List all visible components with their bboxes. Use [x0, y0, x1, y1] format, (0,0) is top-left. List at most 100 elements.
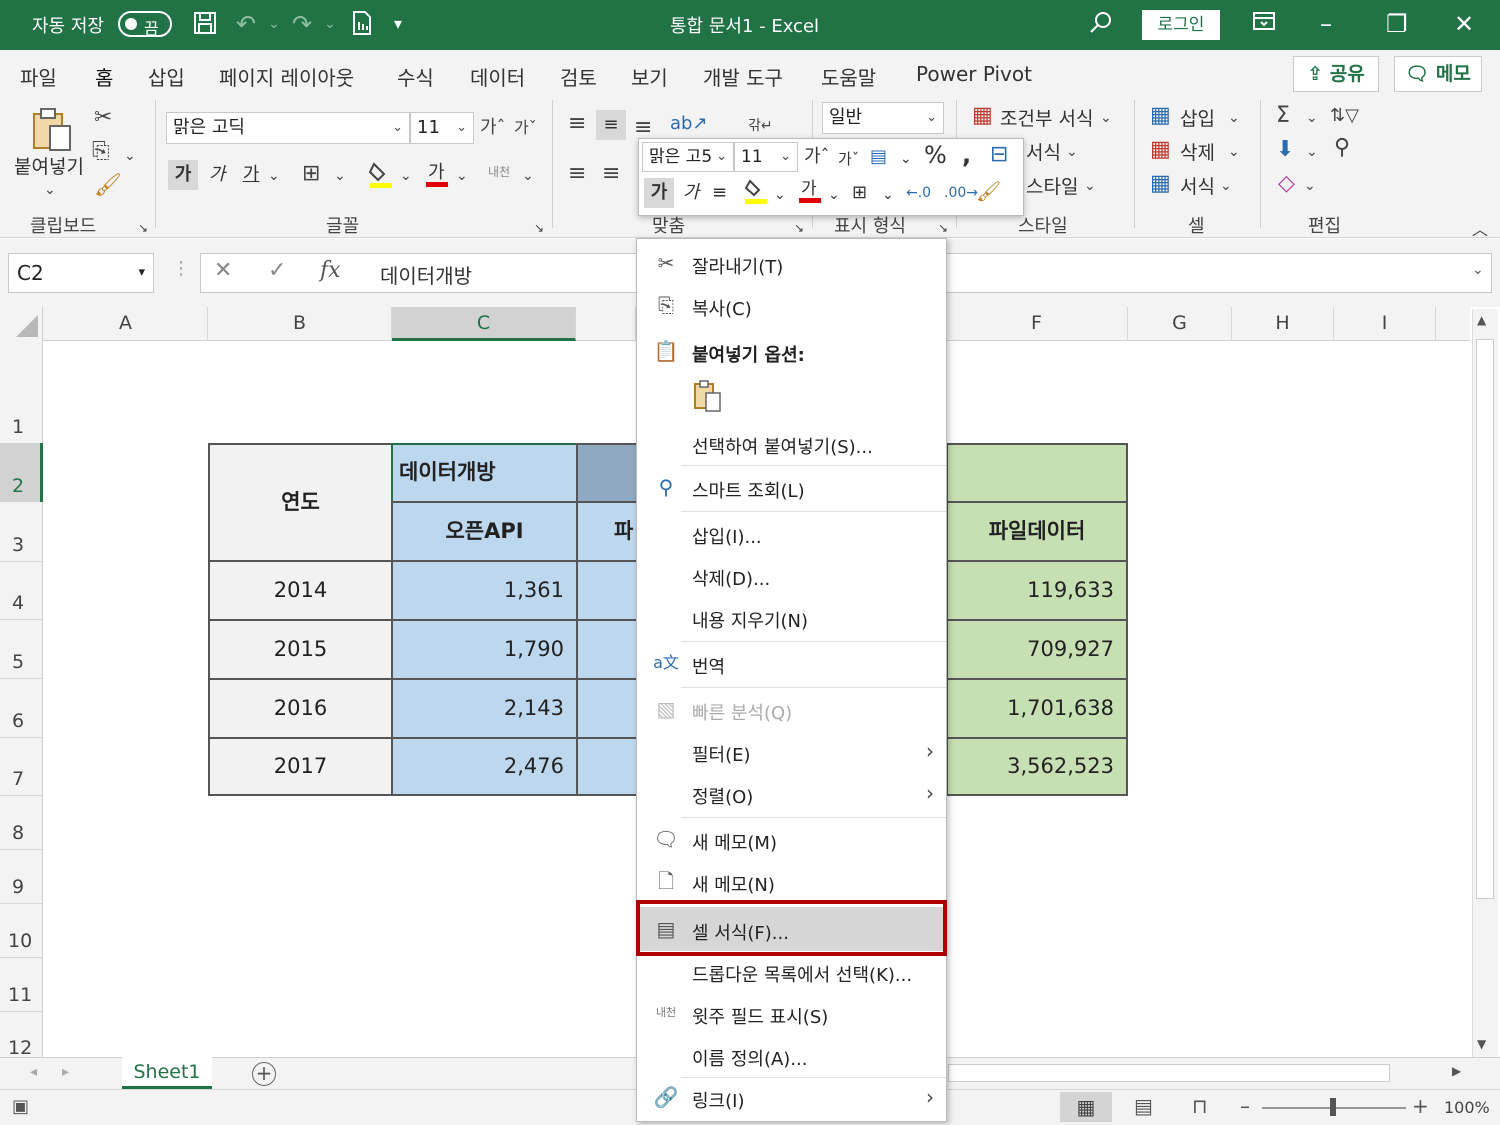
menu-item-phonetic[interactable]: 내천 윗주 필드 표시(S)	[637, 993, 946, 1033]
align-top-icon[interactable]: ≡	[568, 112, 586, 136]
row-header-4[interactable]: 4	[0, 592, 43, 614]
align-center-icon[interactable]: ≡	[602, 162, 620, 186]
add-sheet-icon[interactable]: +	[252, 1062, 276, 1086]
insert-cells-label[interactable]: 삽입	[1180, 104, 1215, 131]
cond-format-label[interactable]: 조건부 서식	[1000, 104, 1093, 131]
format-painter-icon[interactable]: 🖌	[94, 174, 122, 198]
menu-item-insert[interactable]: 삽입(I)...	[637, 513, 946, 553]
menu-item-cut[interactable]: ✂ 잘라내기(T)	[637, 243, 946, 283]
column-header-f[interactable]: F	[946, 307, 1128, 341]
file-value-cell[interactable]: 3,562,523	[946, 737, 1128, 796]
chevron-down-icon[interactable]: ⌄	[1304, 174, 1316, 198]
save-icon[interactable]	[192, 10, 218, 42]
autosave-toggle[interactable]: 끔	[118, 11, 172, 38]
row-header-10[interactable]: 10	[0, 930, 43, 952]
bold-button[interactable]: 가	[168, 160, 198, 190]
api-value-cell[interactable]: 1,361	[391, 560, 578, 621]
memo-button[interactable]: 🗨 메모	[1394, 56, 1482, 92]
customize-qat-icon[interactable]: ▾	[394, 10, 402, 38]
fill-dropdown-icon[interactable]: ⌄	[400, 164, 412, 188]
file-value-cell[interactable]: 1,701,638	[946, 678, 1128, 739]
chevron-down-icon[interactable]: ⌄	[900, 146, 912, 172]
row-header-3[interactable]: 3	[0, 534, 43, 556]
prev-sheet-icon[interactable]: ◂	[30, 1064, 37, 1080]
underline-button[interactable]: 가	[236, 160, 266, 190]
align-bottom-icon[interactable]: ≡	[634, 116, 652, 140]
api-value-cell[interactable]: 2,143	[391, 678, 578, 739]
tab-home[interactable]: 홈	[95, 62, 114, 99]
expand-formula-icon[interactable]: ⌄	[1472, 262, 1484, 278]
number-format-combo[interactable]: 일반 ⌄	[822, 102, 944, 134]
format-table-label[interactable]: 서식	[1026, 138, 1061, 165]
minimize-icon[interactable]: –	[1320, 10, 1332, 38]
file-value-cell[interactable]: 709,927	[946, 619, 1128, 680]
page-layout-view-icon[interactable]: ▤	[1134, 1094, 1153, 1118]
chevron-down-icon[interactable]: ⌄	[1306, 140, 1318, 164]
chevron-down-icon[interactable]: ⌄	[1084, 174, 1096, 198]
row-header-1[interactable]: 1	[0, 416, 43, 438]
column-header-g[interactable]: G	[1128, 307, 1232, 341]
tab-view[interactable]: 보기	[631, 62, 668, 91]
find-select-icon[interactable]: ⚲	[1334, 136, 1350, 160]
ribbon-display-icon[interactable]	[1252, 10, 1276, 38]
paste-option-button[interactable]	[693, 379, 725, 415]
font-launcher-icon[interactable]: ↘	[534, 216, 544, 240]
autosum-icon[interactable]: Σ	[1276, 104, 1290, 128]
mini-bold-button[interactable]: 가	[644, 178, 674, 208]
cut-icon[interactable]: ✂	[94, 106, 112, 130]
italic-button[interactable]: 가	[202, 160, 232, 190]
scroll-right-icon[interactable]: ▶	[1452, 1064, 1461, 1078]
mini-italic-button[interactable]: 가	[676, 178, 706, 208]
tab-insert[interactable]: 삽입	[148, 62, 185, 91]
row-header-8[interactable]: 8	[0, 822, 43, 844]
phonetic-icon[interactable]: 내천	[488, 160, 510, 184]
chevron-down-icon[interactable]: ⌄	[1228, 140, 1240, 164]
row-header-12[interactable]: 12	[0, 1037, 43, 1059]
partial-cell[interactable]	[576, 619, 638, 680]
column-header-h[interactable]: H	[1232, 307, 1334, 341]
normal-view-icon[interactable]: ▦	[1060, 1092, 1112, 1122]
api-value-cell[interactable]: 1,790	[391, 619, 578, 680]
zoom-level[interactable]: 100%	[1444, 1098, 1490, 1117]
column-header-i[interactable]: I	[1334, 307, 1436, 341]
page-break-view-icon[interactable]: ⊓	[1192, 1094, 1208, 1118]
login-button[interactable]: 로그인	[1142, 10, 1220, 40]
column-header-a[interactable]: A	[44, 307, 208, 341]
menu-item-translate[interactable]: a文 번역	[637, 643, 946, 683]
undo-dropdown-icon[interactable]: ⌄	[268, 10, 280, 38]
font-size-combo[interactable]: 11 ⌄	[410, 112, 474, 144]
partial-cell[interactable]	[576, 560, 638, 621]
mini-align-center-icon[interactable]: ≡	[712, 180, 727, 206]
mini-currency-icon[interactable]: ▤	[870, 144, 887, 170]
partial-cell[interactable]	[576, 737, 638, 796]
chevron-down-icon[interactable]: ⌄	[828, 182, 840, 208]
clipboard-launcher-icon[interactable]: ↘	[138, 216, 148, 240]
name-box[interactable]: C2 ▾	[8, 253, 154, 293]
wrap-text-icon[interactable]: 갂↵	[748, 114, 773, 138]
mini-increase-font-icon[interactable]: 가ˆ	[804, 144, 830, 170]
zoom-out-icon[interactable]: –	[1240, 1094, 1250, 1118]
fill-down-icon[interactable]: ⬇	[1276, 138, 1294, 162]
tab-formulas[interactable]: 수식	[397, 62, 434, 91]
sub-header-partial[interactable]: 파	[576, 501, 638, 562]
zoom-in-icon[interactable]: +	[1412, 1094, 1429, 1118]
year-header-cell[interactable]: 연도	[208, 443, 393, 562]
redo-dropdown-icon[interactable]: ⌄	[324, 10, 336, 38]
scroll-thumb[interactable]	[1476, 339, 1494, 899]
sort-filter-icon[interactable]: ⇅▽	[1330, 104, 1359, 128]
paste-label[interactable]: 붙여넣기	[14, 152, 84, 179]
comma-icon[interactable]: ,	[962, 142, 971, 168]
hscroll-thumb[interactable]	[948, 1064, 1390, 1082]
sub-header-api[interactable]: 오픈API	[391, 501, 578, 562]
increase-decimal-icon[interactable]: ←.0	[906, 180, 931, 206]
merge-center-icon[interactable]: ⊟	[990, 142, 1008, 168]
chevron-down-icon[interactable]: ⌄	[882, 182, 894, 208]
cancel-icon[interactable]: ✕	[214, 258, 232, 283]
macro-record-icon[interactable]: ▣	[12, 1096, 29, 1117]
orientation-icon[interactable]: ab↗	[670, 112, 708, 136]
menu-item-new-comment[interactable]: 🗨 새 메모(M)	[637, 819, 946, 859]
scroll-up-icon[interactable]: ▲	[1477, 313, 1486, 327]
align-left-icon[interactable]: ≡	[568, 162, 586, 186]
search-icon[interactable]	[1088, 10, 1114, 42]
horizontal-scrollbar[interactable]: ▶	[948, 1062, 1468, 1084]
